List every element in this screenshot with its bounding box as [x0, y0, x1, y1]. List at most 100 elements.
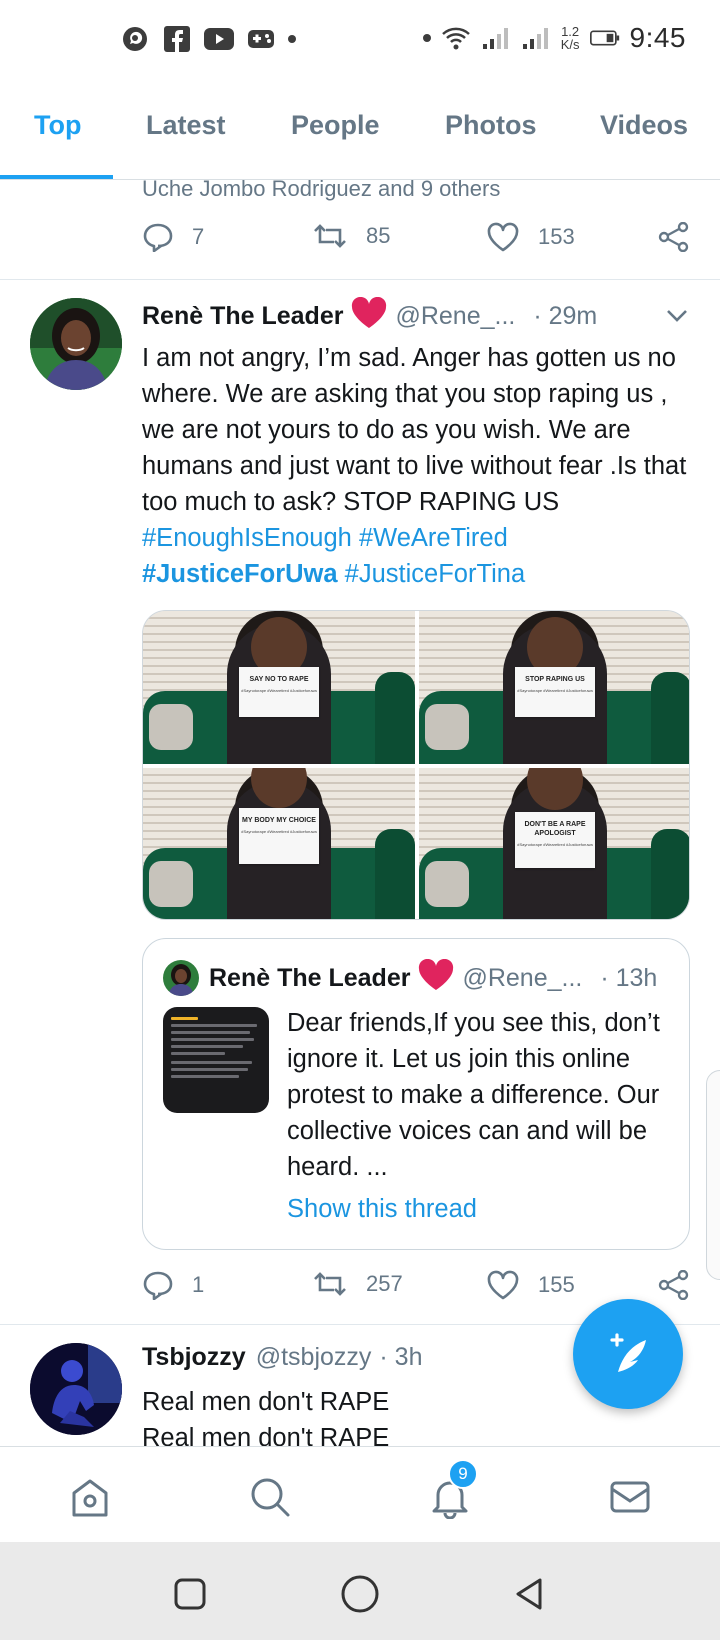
system-indicators: 1.2 K/s 9:45 — [422, 22, 686, 54]
reply-button[interactable]: 7 — [142, 222, 204, 252]
mail-icon — [610, 1481, 650, 1513]
indicator-dot — [422, 34, 431, 42]
reply-icon — [143, 223, 173, 252]
signal-sim2-icon — [521, 23, 551, 53]
quoted-avatar — [163, 960, 199, 996]
search-tabs: Top Latest People Photos Videos — [0, 84, 720, 180]
reply-icon — [143, 1271, 173, 1300]
quoted-thumbnail — [163, 1007, 269, 1113]
tab-photos[interactable]: Photos — [445, 110, 537, 141]
game-controller-icon — [246, 24, 276, 54]
sign-text: MY BODY MY CHOICE — [242, 817, 316, 824]
retweet-count: 257 — [366, 1271, 403, 1296]
compose-feather-icon — [610, 1333, 646, 1372]
sign-text: STOP RAPING US — [525, 676, 585, 683]
protest-sign: DON'T BE A RAPE APOLOGIST #Saynotorape #W… — [515, 812, 595, 868]
hashtag-link[interactable]: #WeAreTired — [359, 524, 508, 552]
search-icon — [251, 1478, 290, 1517]
quoted-author-handle: @Rene_... — [462, 963, 583, 992]
tweet-header: Tsbjozzy @tsbjozzy · 3h — [142, 1343, 423, 1372]
author-name[interactable]: Tsbjozzy — [142, 1343, 246, 1372]
battery-icon — [589, 23, 620, 53]
heart-outline-icon — [487, 1270, 519, 1300]
notifications-tab[interactable]: 9 — [426, 1459, 478, 1521]
system-navigation-bar — [0, 1542, 720, 1640]
protest-sign: SAY NO TO RAPE #Saynotorape #Wearetired #… — [239, 667, 319, 717]
author-handle[interactable]: @Rene_... — [395, 302, 515, 331]
author-name[interactable]: Renè The Leader — [142, 302, 343, 331]
network-speed: 1.2 K/s — [561, 25, 580, 51]
active-tab-indicator — [0, 175, 113, 179]
compose-tweet-button[interactable] — [573, 1299, 683, 1409]
share-icon — [658, 1270, 689, 1300]
quoted-tweet-text: Dear friends,If you see this, don’t igno… — [287, 1009, 660, 1181]
tab-people[interactable]: People — [291, 110, 380, 141]
tweet-photo[interactable]: STOP RAPING US #Saynotorape #Wearetired #… — [419, 611, 689, 764]
square-icon — [174, 1578, 206, 1610]
sign-text: SAY NO TO RAPE — [249, 676, 309, 683]
side-panel-handle[interactable] — [706, 1070, 720, 1280]
quoted-tweet[interactable]: Renè The Leader @Rene_... · 13h Dear fri… — [142, 938, 690, 1250]
reply-count: 1 — [192, 1272, 205, 1297]
retweet-icon — [314, 1272, 346, 1296]
author-handle[interactable]: @tsbjozzy — [256, 1343, 372, 1372]
retweet-icon — [314, 224, 346, 248]
chevron-down-icon[interactable] — [664, 302, 690, 335]
quoted-tweet-header: Renè The Leader @Rene_... · 13h — [163, 958, 673, 998]
back-triangle-icon — [516, 1578, 542, 1610]
wifi-icon — [441, 23, 471, 53]
avatar[interactable] — [30, 298, 122, 390]
retweet-count: 85 — [366, 223, 391, 248]
recents-button[interactable] — [170, 1574, 210, 1614]
tweet-text: I am not angry, I’m sad. Anger has gotte… — [142, 340, 690, 592]
hashtag-link[interactable]: #JusticeForTina — [345, 560, 525, 588]
home-button[interactable] — [340, 1574, 380, 1614]
tweet-time: · 29m — [533, 301, 598, 330]
show-thread-link[interactable]: Show this thread — [287, 1195, 477, 1224]
red-heart-emoji-icon — [418, 958, 454, 998]
home-icon — [72, 1479, 108, 1517]
whatsapp-icon — [120, 24, 150, 54]
sign-tags: #Saynotorape #Wearetired #Justiceforuwa — [241, 688, 317, 693]
tweet-photo[interactable]: MY BODY MY CHOICE #Saynotorape #Wearetire… — [143, 768, 415, 919]
share-icon — [658, 222, 689, 252]
search-tab[interactable] — [246, 1473, 294, 1521]
tweet-text-body: I am not angry, I’m sad. Anger has gotte… — [142, 344, 687, 516]
reply-button[interactable]: 1 — [142, 1270, 204, 1300]
circle-icon — [341, 1575, 379, 1613]
reply-count: 7 — [192, 224, 205, 249]
sign-tags: #Saynotorape #Wearetired #Justiceforuwa — [517, 842, 593, 847]
avatar[interactable] — [30, 1343, 122, 1435]
like-button[interactable]: 155 — [486, 1270, 575, 1300]
like-count: 155 — [538, 1272, 575, 1297]
status-bar: 1.2 K/s 9:45 — [0, 0, 720, 84]
notification-icons — [120, 24, 296, 54]
like-count: 153 — [538, 224, 575, 249]
share-button[interactable] — [658, 1270, 690, 1300]
retweet-button[interactable]: 257 — [312, 1270, 403, 1298]
speed-unit: K/s — [560, 37, 580, 52]
share-button[interactable] — [658, 222, 690, 252]
red-heart-emoji-icon — [351, 296, 387, 336]
tab-latest[interactable]: Latest — [146, 110, 226, 141]
retweeted-by-line[interactable]: Uche Jombo Rodriguez and 9 others — [142, 176, 500, 202]
tweet-photo[interactable]: SAY NO TO RAPE #Saynotorape #Wearetired #… — [143, 611, 415, 764]
signal-sim1-icon — [481, 23, 511, 53]
back-button[interactable] — [510, 1574, 550, 1614]
hashtag-link[interactable]: #JusticeForUwa — [142, 560, 338, 588]
tweet-photo[interactable]: DON'T BE A RAPE APOLOGIST #Saynotorape #W… — [419, 768, 689, 919]
like-button[interactable]: 153 — [486, 222, 575, 252]
bottom-navigation: 9 — [0, 1446, 720, 1542]
messages-tab[interactable] — [606, 1473, 654, 1521]
tweet-header: Renè The Leader @Rene_... · 29m — [142, 296, 690, 336]
photo-grid: SAY NO TO RAPE #Saynotorape #Wearetired #… — [142, 610, 690, 920]
tweet-time: · 3h — [379, 1343, 423, 1371]
tab-top[interactable]: Top — [34, 110, 81, 141]
sign-tags: #Saynotorape #Wearetired #Justiceforuwa — [517, 688, 593, 693]
retweet-button[interactable]: 85 — [312, 222, 390, 250]
home-tab[interactable] — [66, 1473, 114, 1521]
hashtag-link[interactable]: #EnoughIsEnough — [142, 524, 352, 552]
tab-videos[interactable]: Videos — [600, 110, 688, 141]
quoted-tweet-time: · 13h — [600, 963, 658, 992]
clock: 9:45 — [629, 22, 686, 53]
